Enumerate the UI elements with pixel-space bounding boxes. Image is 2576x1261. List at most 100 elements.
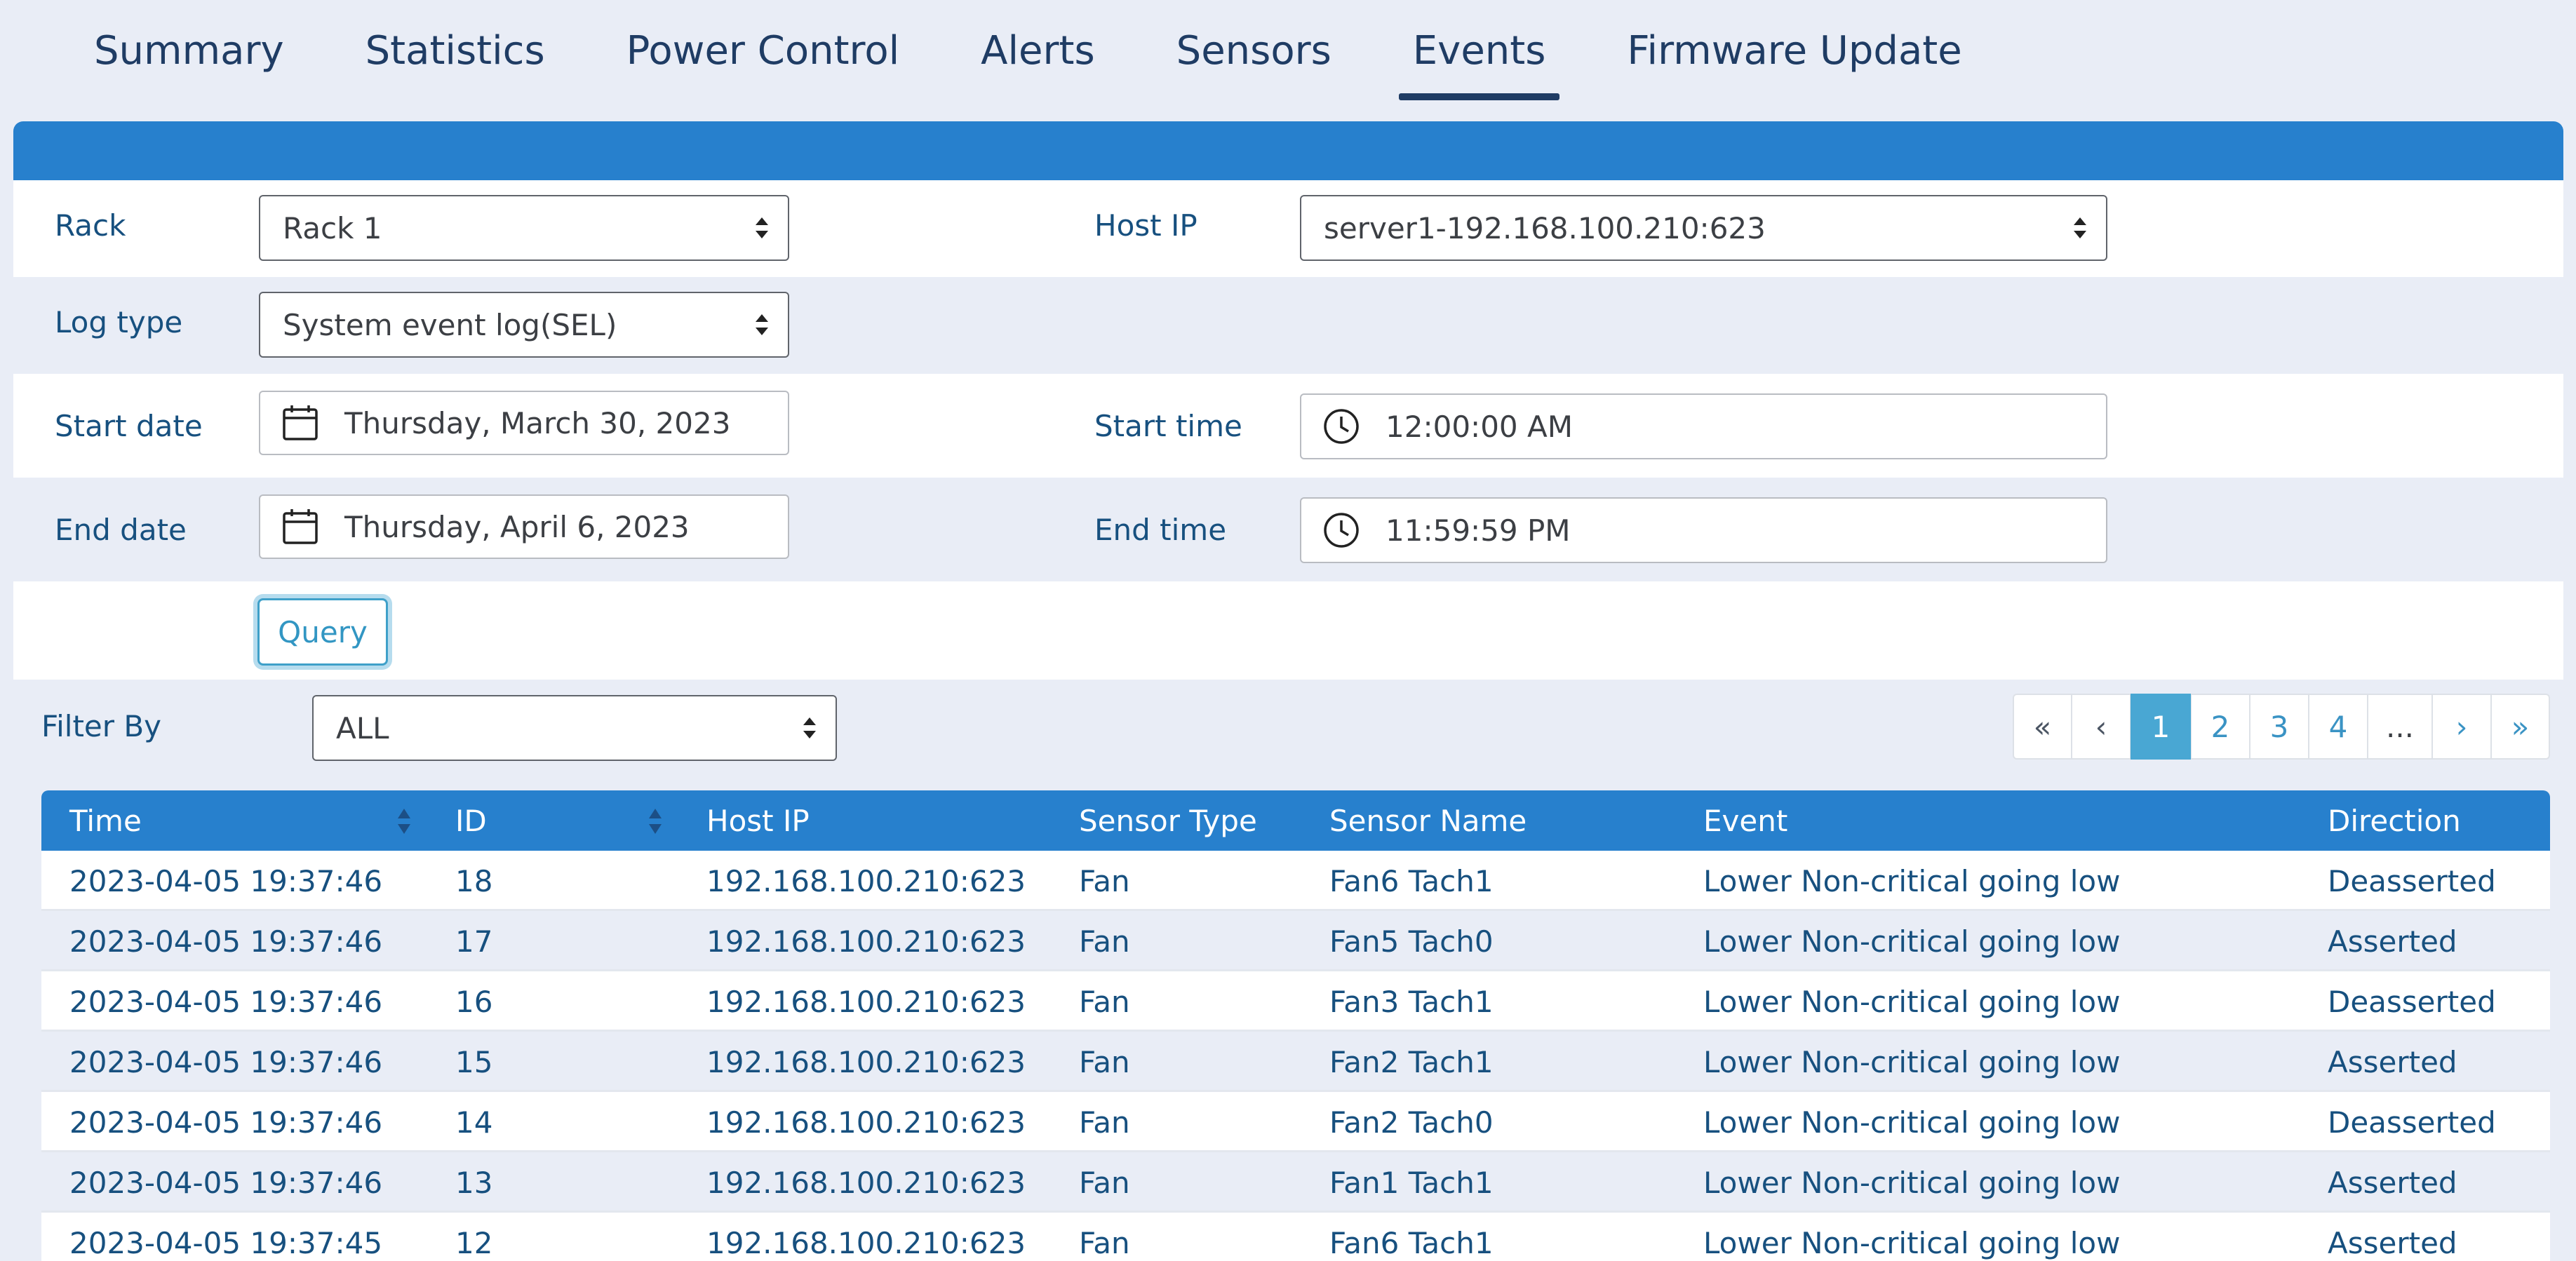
form-row-rack: Rack Rack 1 Host IP server1-192.168.100.… <box>13 180 2563 277</box>
table-row: 2023-04-05 19:37:46 17 192.168.100.210:6… <box>41 911 2550 971</box>
form-row-start: Start date Thursday, March 30, 2023 Star… <box>13 374 2563 478</box>
start-date-value: Thursday, March 30, 2023 <box>344 405 731 440</box>
cell-event: Lower Non-critical going low <box>1703 984 2121 1019</box>
cell-sensor-type: Fan <box>1079 1044 1130 1079</box>
host-ip-select[interactable]: server1-192.168.100.210:623 <box>1300 195 2107 261</box>
cell-id: 18 <box>455 863 493 898</box>
start-time-label: Start time <box>1094 409 1242 443</box>
cell-sensor-type: Fan <box>1079 1165 1130 1200</box>
table-row: 2023-04-05 19:37:46 14 192.168.100.210:6… <box>41 1092 2550 1152</box>
select-arrows-icon <box>803 717 816 739</box>
cell-direction: Asserted <box>2328 924 2457 959</box>
start-date-label: Start date <box>55 409 203 443</box>
calendar-icon <box>283 405 318 440</box>
cell-event: Lower Non-critical going low <box>1703 863 2121 898</box>
page-next-button[interactable]: › <box>2432 694 2491 760</box>
page-4-button[interactable]: 4 <box>2309 694 2368 760</box>
cell-sensor-type: Fan <box>1079 1105 1130 1140</box>
end-time-value: 11:59:59 PM <box>1386 513 1571 548</box>
form-row-end: End date Thursday, April 6, 2023 End tim… <box>13 478 2563 581</box>
end-time-picker[interactable]: 11:59:59 PM <box>1300 497 2107 563</box>
start-time-picker[interactable]: 12:00:00 AM <box>1300 393 2107 459</box>
table-row: 2023-04-05 19:37:46 13 192.168.100.210:6… <box>41 1152 2550 1213</box>
log-type-select-value: System event log(SEL) <box>283 307 617 342</box>
clock-icon <box>1324 513 1359 548</box>
end-date-value: Thursday, April 6, 2023 <box>344 509 690 544</box>
page-first-button[interactable]: « <box>2013 694 2072 760</box>
log-type-select[interactable]: System event log(SEL) <box>259 292 789 358</box>
cell-id: 16 <box>455 984 493 1019</box>
cell-sensor-name: Fan6 Tach1 <box>1329 1225 1494 1260</box>
cell-direction: Deasserted <box>2328 863 2496 898</box>
cell-direction: Asserted <box>2328 1165 2457 1200</box>
start-date-picker[interactable]: Thursday, March 30, 2023 <box>259 391 789 455</box>
end-time-label: End time <box>1094 513 1227 547</box>
cell-sensor-type: Fan <box>1079 984 1130 1019</box>
page-last-button[interactable]: » <box>2491 694 2550 760</box>
tab-events[interactable]: Events <box>1398 0 1559 102</box>
cell-time: 2023-04-05 19:37:46 <box>69 1165 383 1200</box>
end-date-picker[interactable]: Thursday, April 6, 2023 <box>259 494 789 559</box>
col-header-host-ip: Host IP <box>706 803 810 838</box>
sort-icon[interactable] <box>398 809 410 834</box>
select-arrows-icon <box>756 314 768 335</box>
filter-by-select[interactable]: ALL <box>312 695 837 761</box>
tab-statistics[interactable]: Statistics <box>365 0 545 102</box>
cell-id: 15 <box>455 1044 493 1079</box>
col-header-direction: Direction <box>2328 803 2461 838</box>
sort-icon[interactable] <box>649 809 662 834</box>
cell-sensor-type: Fan <box>1079 863 1130 898</box>
col-header-id[interactable]: ID <box>455 790 487 851</box>
tab-power-control[interactable]: Power Control <box>626 0 900 102</box>
page-prev-button[interactable]: ‹ <box>2072 694 2131 760</box>
panel-header <box>13 121 2563 180</box>
page-3-button[interactable]: 3 <box>2250 694 2309 760</box>
page-2-button[interactable]: 2 <box>2191 694 2250 760</box>
calendar-icon <box>283 509 318 544</box>
tab-summary[interactable]: Summary <box>94 0 284 102</box>
cell-id: 14 <box>455 1105 493 1140</box>
query-button[interactable]: Query <box>257 598 388 666</box>
host-ip-select-value: server1-192.168.100.210:623 <box>1324 210 1766 245</box>
cell-sensor-name: Fan5 Tach0 <box>1329 924 1494 959</box>
cell-direction: Asserted <box>2328 1225 2457 1260</box>
table-row: 2023-04-05 19:37:46 18 192.168.100.210:6… <box>41 851 2550 911</box>
cell-sensor-name: Fan2 Tach1 <box>1329 1044 1494 1079</box>
select-arrows-icon <box>2074 217 2086 238</box>
cell-time: 2023-04-05 19:37:45 <box>69 1225 383 1260</box>
rack-select[interactable]: Rack 1 <box>259 195 789 261</box>
table-row: 2023-04-05 19:37:45 12 192.168.100.210:6… <box>41 1213 2550 1261</box>
cell-id: 17 <box>455 924 493 959</box>
cell-host-ip: 192.168.100.210:623 <box>706 1044 1026 1079</box>
tab-firmware-update[interactable]: Firmware Update <box>1627 0 1961 102</box>
log-type-label: Log type <box>55 305 183 339</box>
select-arrows-icon <box>756 217 768 238</box>
cell-sensor-name: Fan2 Tach0 <box>1329 1105 1494 1140</box>
table-row: 2023-04-05 19:37:46 16 192.168.100.210:6… <box>41 971 2550 1032</box>
cell-time: 2023-04-05 19:37:46 <box>69 863 383 898</box>
cell-host-ip: 192.168.100.210:623 <box>706 1165 1026 1200</box>
col-header-event: Event <box>1703 803 1788 838</box>
cell-sensor-name: Fan1 Tach1 <box>1329 1165 1494 1200</box>
cell-time: 2023-04-05 19:37:46 <box>69 1044 383 1079</box>
cell-time: 2023-04-05 19:37:46 <box>69 924 383 959</box>
col-header-sensor-name: Sensor Name <box>1329 803 1527 838</box>
filter-by-label: Filter By <box>41 709 162 743</box>
col-header-sensor-type: Sensor Type <box>1079 803 1257 838</box>
rack-select-value: Rack 1 <box>283 210 382 245</box>
host-ip-label: Host IP <box>1094 208 1198 243</box>
cell-id: 12 <box>455 1225 493 1260</box>
tab-alerts[interactable]: Alerts <box>981 0 1094 102</box>
page-1-button[interactable]: 1 <box>2131 694 2191 760</box>
cell-host-ip: 192.168.100.210:623 <box>706 924 1026 959</box>
nav-tabs: Summary Statistics Power Control Alerts … <box>94 0 2044 102</box>
col-header-time[interactable]: Time <box>69 790 142 851</box>
cell-direction: Deasserted <box>2328 984 2496 1019</box>
cell-sensor-type: Fan <box>1079 924 1130 959</box>
rack-label: Rack <box>55 208 126 243</box>
tab-sensors[interactable]: Sensors <box>1176 0 1331 102</box>
table-row: 2023-04-05 19:37:46 15 192.168.100.210:6… <box>41 1032 2550 1092</box>
cell-sensor-name: Fan6 Tach1 <box>1329 863 1494 898</box>
cell-host-ip: 192.168.100.210:623 <box>706 1225 1026 1260</box>
cell-sensor-type: Fan <box>1079 1225 1130 1260</box>
